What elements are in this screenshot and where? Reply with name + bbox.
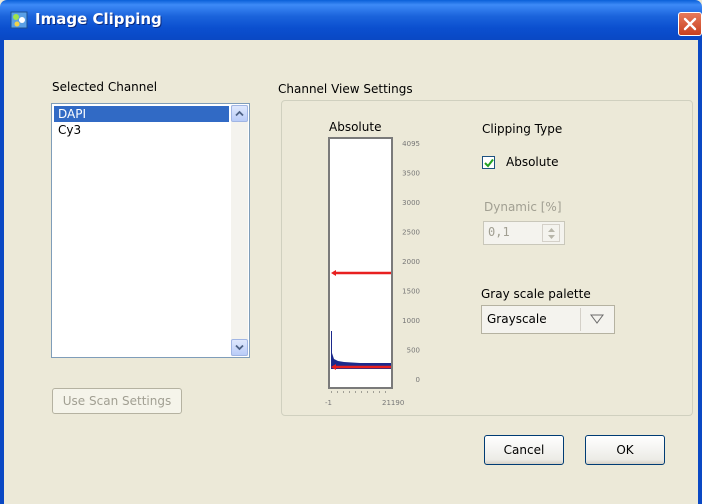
- app-icon: [10, 11, 28, 29]
- chevron-down-icon: [235, 344, 244, 351]
- dropdown-triangle-icon: [590, 314, 604, 324]
- palette-selected-value: Grayscale: [487, 312, 547, 326]
- y-tick-label: 2000: [402, 258, 420, 266]
- dynamic-percent-spinbox[interactable]: 0,1: [483, 221, 565, 245]
- chevron-up-icon: [235, 110, 244, 117]
- y-tick-label: 4095: [402, 140, 420, 148]
- close-icon: [683, 17, 697, 31]
- scroll-down-button[interactable]: [231, 339, 248, 356]
- channel-list-scrollbar[interactable]: [231, 105, 248, 356]
- histogram-frame: [328, 137, 393, 389]
- x-axis-min-label: -1: [325, 399, 332, 407]
- y-tick-label: 0: [416, 376, 420, 384]
- title-bar[interactable]: Image Clipping: [0, 0, 702, 40]
- y-tick-label: 2500: [402, 229, 420, 237]
- scroll-up-button[interactable]: [231, 105, 248, 122]
- dynamic-spin-buttons[interactable]: [542, 224, 560, 242]
- clipping-type-label: Clipping Type: [482, 122, 563, 136]
- y-tick-label: 1000: [402, 317, 420, 325]
- dynamic-percent-label: Dynamic [%]: [484, 200, 562, 214]
- channel-listbox[interactable]: DAPI Cy3: [51, 103, 250, 358]
- channel-item-dapi[interactable]: DAPI: [54, 106, 229, 122]
- x-axis-max-label: 21190: [382, 399, 404, 407]
- y-tick-label: 3000: [402, 199, 420, 207]
- ok-button[interactable]: OK: [585, 435, 665, 465]
- image-clipping-dialog: Image Clipping Selected Channel DAPI Cy3…: [0, 0, 702, 504]
- absolute-checkbox-label[interactable]: Absolute: [506, 155, 558, 169]
- cancel-button[interactable]: Cancel: [484, 435, 564, 465]
- histogram-title: Absolute: [329, 120, 382, 134]
- y-tick-label: 500: [407, 347, 420, 355]
- checkmark-icon: [484, 158, 494, 168]
- spin-down-icon: [548, 235, 555, 239]
- window-title: Image Clipping: [35, 10, 162, 28]
- gray-scale-palette-select[interactable]: Grayscale: [481, 305, 615, 334]
- y-tick-label: 3500: [402, 170, 420, 178]
- channel-view-settings-label: Channel View Settings: [278, 82, 413, 96]
- use-scan-settings-button[interactable]: Use Scan Settings: [52, 388, 182, 414]
- window-border-left: [0, 40, 4, 504]
- selected-channel-label: Selected Channel: [52, 80, 158, 94]
- dynamic-percent-value[interactable]: 0,1: [488, 225, 510, 239]
- histogram-chart[interactable]: 4095 3500 3000 2500 2000 1500 1000 500 0 -1 2119…: [320, 135, 430, 410]
- palette-dropdown-button[interactable]: [580, 308, 612, 331]
- gray-scale-palette-label: Gray scale palette: [481, 287, 591, 301]
- window-border-right: [698, 40, 702, 504]
- close-button[interactable]: [678, 12, 702, 36]
- spin-up-icon: [548, 228, 555, 232]
- absolute-checkbox[interactable]: [482, 156, 495, 169]
- channel-item-cy3[interactable]: Cy3: [54, 122, 229, 138]
- y-tick-label: 1500: [402, 288, 420, 296]
